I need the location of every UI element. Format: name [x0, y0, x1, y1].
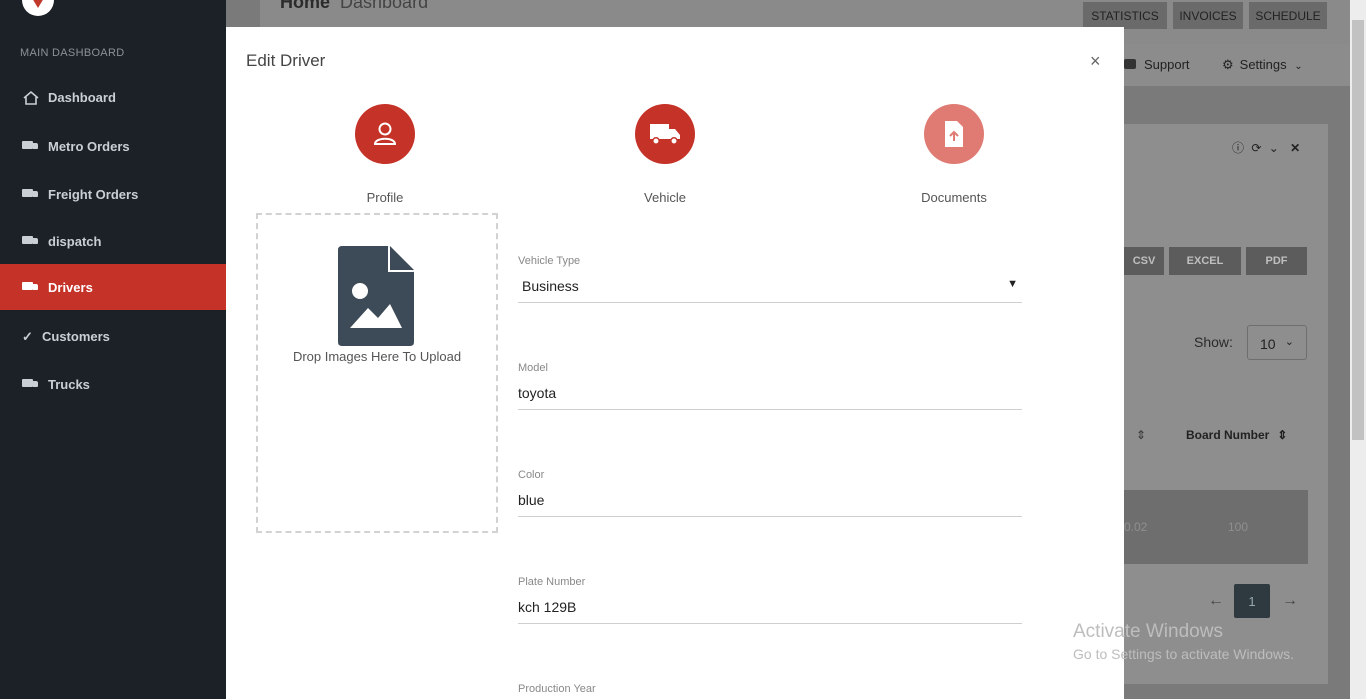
truck-icon: [22, 187, 40, 201]
step-label: Documents: [921, 190, 987, 205]
gear-icon: ⚙: [1222, 57, 1234, 72]
refresh-icon[interactable]: ⟳: [1251, 141, 1261, 155]
vehicle-type-select[interactable]: Business ▼: [518, 278, 1022, 303]
plate-number-field: Plate Number kch 129B: [518, 576, 1022, 624]
caret-down-icon: ▼: [1007, 278, 1018, 290]
sidebar-item-customers[interactable]: ✓ Customers: [0, 313, 226, 359]
table-row: [1124, 490, 1308, 564]
sidebar-item-metro-orders[interactable]: Metro Orders: [0, 123, 226, 169]
production-year-field: Production Year: [518, 683, 1022, 695]
check-icon: ✓: [22, 329, 33, 344]
page-button[interactable]: 1: [1234, 584, 1270, 618]
windows-activation-watermark: Activate Windows Go to Settings to activ…: [1073, 621, 1294, 662]
watermark-subtitle: Go to Settings to activate Windows.: [1073, 646, 1294, 662]
sidebar-item-trucks[interactable]: Trucks: [0, 361, 226, 407]
truck-icon: [22, 139, 40, 153]
chevron-down-icon[interactable]: ⌄: [1269, 141, 1279, 155]
step-profile[interactable]: Profile: [325, 104, 445, 205]
statistics-button[interactable]: STATISTICS: [1083, 2, 1167, 29]
image-file-icon: [338, 246, 414, 351]
color-field: Color blue: [518, 469, 1022, 517]
field-label: Plate Number: [518, 576, 586, 588]
field-label: Production Year: [518, 683, 596, 695]
breadcrumb-home[interactable]: Home: [280, 0, 330, 12]
sort-icon[interactable]: ⇕: [1136, 428, 1146, 442]
sidebar-item-label: Customers: [42, 328, 110, 344]
field-label: Vehicle Type: [518, 255, 581, 267]
truck-icon: [22, 377, 40, 391]
step-label: Profile: [366, 190, 404, 205]
field-label: Color: [518, 469, 545, 481]
sidebar-item-label: Trucks: [48, 376, 90, 392]
sidebar-item-drivers[interactable]: Drivers: [0, 264, 226, 310]
sidebar-item-label: Dashboard: [48, 89, 116, 105]
show-label: Show:: [1194, 334, 1233, 350]
export-excel-button[interactable]: EXCEL: [1169, 247, 1241, 275]
breadcrumb: Home Dashboard: [280, 0, 428, 13]
schedule-button[interactable]: SCHEDULE: [1249, 2, 1327, 29]
scrollbar-thumb[interactable]: [1352, 20, 1364, 440]
export-pdf-button[interactable]: PDF: [1246, 247, 1307, 275]
truck-icon: [22, 280, 40, 294]
truck-icon: [22, 234, 40, 248]
field-label: Model: [518, 362, 548, 374]
sidebar-item-label: Drivers: [48, 279, 93, 295]
scrollbar[interactable]: [1350, 0, 1366, 699]
column-header-board-number[interactable]: Board Number ⇕: [1186, 428, 1287, 442]
export-csv-button[interactable]: CSV: [1124, 247, 1164, 275]
sidebar-section-label: MAIN DASHBOARD: [20, 47, 125, 59]
modal-title: Edit Driver: [246, 51, 326, 70]
truck-icon: [635, 104, 695, 164]
sidebar-item-dispatch[interactable]: dispatch: [0, 218, 226, 264]
settings-menu[interactable]: ⚙ Settings ⌄: [1222, 57, 1303, 73]
dropzone-label: Drop Images Here To Upload: [292, 349, 462, 364]
chevron-down-icon: ⌄: [1294, 61, 1303, 72]
info-icon[interactable]: ⓘ: [1232, 141, 1244, 155]
sidebar: MAIN DASHBOARD Dashboard Metro Orders Fr…: [0, 0, 226, 699]
next-page-arrow-icon[interactable]: →: [1282, 592, 1298, 610]
watermark-title: Activate Windows: [1073, 621, 1223, 642]
sidebar-item-dashboard[interactable]: Dashboard: [0, 74, 226, 120]
close-icon[interactable]: ×: [1090, 51, 1101, 72]
color-input[interactable]: blue: [518, 492, 1022, 517]
plate-number-input[interactable]: kch 129B: [518, 599, 1022, 624]
vehicle-type-field: Vehicle Type Business ▼: [518, 255, 1022, 303]
home-icon: [22, 90, 40, 105]
page-size-select[interactable]: 10 ⌄: [1247, 325, 1307, 360]
file-upload-icon: [924, 104, 984, 164]
step-documents[interactable]: Documents: [894, 104, 1014, 205]
edit-driver-modal: Edit Driver × Profile Vehicle Documents …: [226, 27, 1124, 699]
step-vehicle[interactable]: Vehicle: [605, 104, 725, 205]
panel-tools: ⓘ ⟳ ⌄ ✕: [1232, 139, 1300, 156]
image-dropzone[interactable]: Drop Images Here To Upload: [256, 213, 498, 533]
sidebar-item-label: dispatch: [48, 233, 102, 249]
close-icon[interactable]: ✕: [1290, 141, 1300, 155]
table-cell: 100: [1228, 520, 1249, 534]
invoices-button[interactable]: INVOICES: [1173, 2, 1243, 29]
sidebar-item-freight-orders[interactable]: Freight Orders: [0, 171, 226, 217]
table-cell: 0.02: [1124, 520, 1148, 534]
step-label: Vehicle: [644, 190, 686, 205]
user-icon: [355, 104, 415, 164]
model-field: Model toyota: [518, 362, 1022, 410]
sort-icon: ⇕: [1277, 428, 1288, 442]
chat-icon: [1124, 59, 1136, 69]
chevron-down-icon: ⌄: [1284, 336, 1294, 348]
app-logo[interactable]: [22, 0, 54, 16]
sidebar-item-label: Metro Orders: [48, 138, 130, 154]
support-link[interactable]: Support: [1124, 57, 1190, 72]
model-input[interactable]: toyota: [518, 385, 1022, 410]
prev-page-arrow-icon[interactable]: ←: [1208, 592, 1224, 610]
breadcrumb-current: Dashboard: [340, 0, 429, 12]
sidebar-item-label: Freight Orders: [48, 186, 139, 202]
